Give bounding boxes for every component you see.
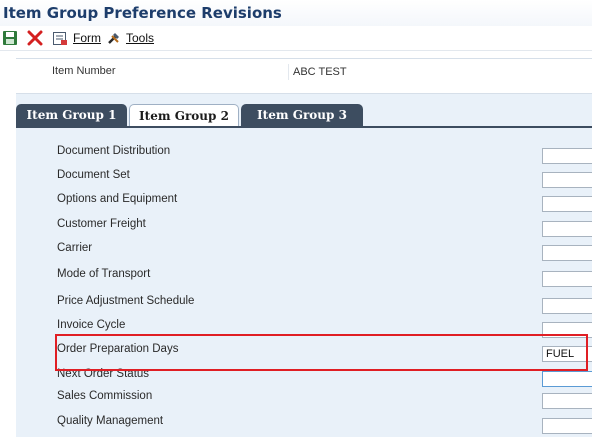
- tab-label: Item Group 3: [257, 108, 347, 122]
- tab-label: Item Group 2: [139, 109, 229, 123]
- tools-menu-label: Tools: [126, 31, 155, 45]
- toolbar: Form Tools: [0, 26, 592, 51]
- document-distribution-field[interactable]: [542, 148, 592, 164]
- next-order-status-field[interactable]: [542, 371, 592, 387]
- tools-menu[interactable]: Tools: [126, 31, 154, 45]
- tab-strip: Item Group 1 Item Group 2 Item Group 3: [16, 104, 592, 127]
- mode-of-transport-label: Mode of Transport: [57, 268, 151, 280]
- customer-freight-field[interactable]: [542, 221, 592, 237]
- options-and-equipment-label: Options and Equipment: [57, 193, 178, 205]
- sales-commission-label: Sales Commission: [57, 390, 153, 402]
- price-adjustment-schedule-field[interactable]: [542, 298, 592, 314]
- sales-commission-field[interactable]: [542, 393, 592, 409]
- form-menu-label: Form: [73, 31, 101, 45]
- carrier-field[interactable]: [542, 245, 592, 261]
- title-bar: Item Group Preference Revisions: [0, 0, 592, 26]
- invoice-cycle-label: Invoice Cycle: [57, 319, 126, 331]
- tab-divider: [16, 126, 592, 128]
- price-adjustment-schedule-label: Price Adjustment Schedule: [57, 295, 195, 307]
- document-set-label: Document Set: [57, 169, 130, 181]
- save-icon[interactable]: [2, 30, 18, 46]
- close-icon[interactable]: [27, 30, 43, 46]
- customer-freight-label: Customer Freight: [57, 218, 146, 230]
- tab-label: Item Group 1: [26, 108, 117, 122]
- document-set-field[interactable]: [542, 172, 592, 188]
- form-icon[interactable]: [52, 30, 68, 46]
- tools-icon[interactable]: [106, 30, 122, 46]
- item-number-value: ABC TEST: [288, 64, 588, 80]
- document-distribution-label: Document Distribution: [57, 145, 171, 157]
- tab-item-group-3[interactable]: Item Group 3: [241, 104, 363, 126]
- highlight-box: [55, 334, 588, 371]
- item-number-label: Item Number: [52, 65, 116, 77]
- carrier-label: Carrier: [57, 242, 93, 254]
- options-and-equipment-field[interactable]: [542, 196, 592, 212]
- quality-management-field[interactable]: [542, 418, 592, 434]
- quality-management-label: Quality Management: [57, 415, 164, 427]
- form-menu[interactable]: Form: [73, 31, 101, 45]
- mode-of-transport-field[interactable]: [542, 271, 592, 287]
- tab-item-group-2[interactable]: Item Group 2: [129, 104, 239, 127]
- page-title: Item Group Preference Revisions: [3, 4, 282, 22]
- item-header: Item Number ABC TEST: [16, 58, 592, 94]
- tab-item-group-1[interactable]: Item Group 1: [16, 104, 127, 126]
